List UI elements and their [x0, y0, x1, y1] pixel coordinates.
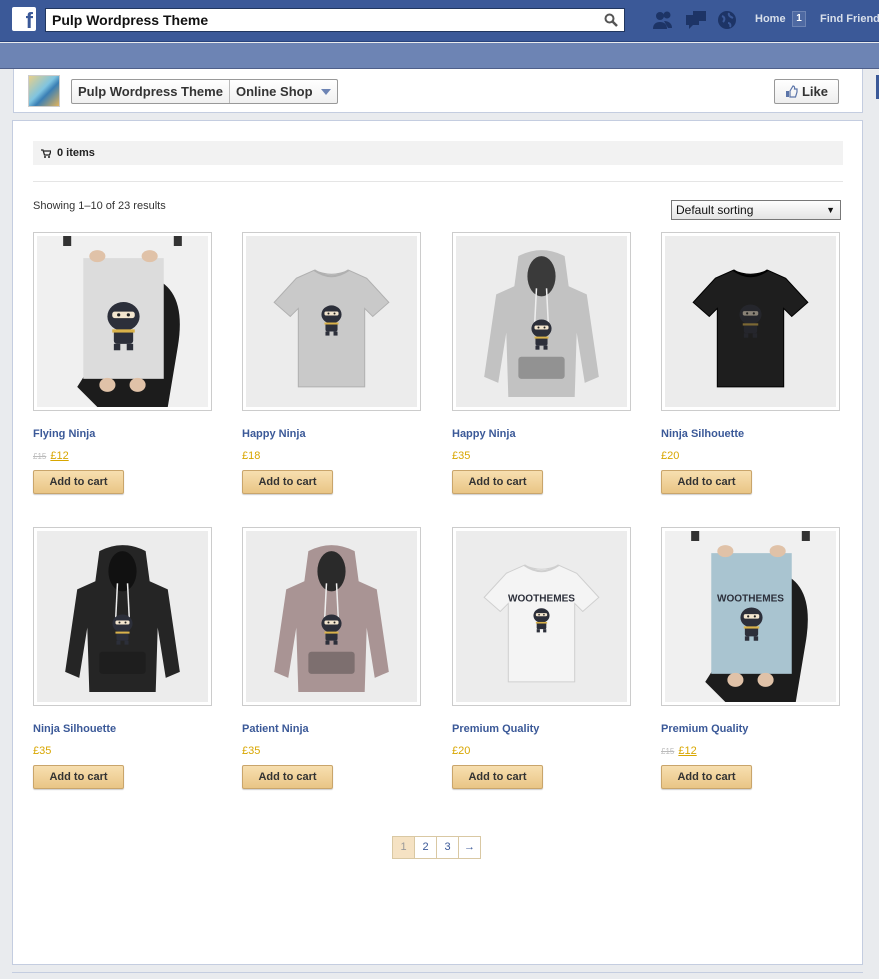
- product-title[interactable]: Happy Ninja: [242, 428, 306, 440]
- product-image[interactable]: [242, 232, 421, 411]
- friend-requests-icon[interactable]: [651, 9, 675, 31]
- add-to-cart-button[interactable]: Add to cart: [33, 470, 124, 494]
- add-to-cart-button[interactable]: Add to cart: [661, 470, 752, 494]
- chevron-down-icon: ▼: [826, 205, 835, 215]
- page-link-3[interactable]: 3: [436, 836, 459, 859]
- product-title[interactable]: Patient Ninja: [242, 723, 309, 735]
- breadcrumb: Pulp Wordpress Theme Online Shop: [71, 79, 338, 104]
- pagination: 1 2 3 →: [392, 836, 481, 859]
- product-photo: WOOTHEMES: [665, 531, 836, 702]
- add-to-cart-button[interactable]: Add to cart: [242, 470, 333, 494]
- breadcrumb-tab-label: Online Shop: [235, 84, 313, 99]
- product-title[interactable]: Happy Ninja: [452, 428, 516, 440]
- product-title[interactable]: Ninja Silhouette: [33, 723, 116, 735]
- footer-divider: [12, 972, 863, 973]
- messages-icon[interactable]: [684, 9, 708, 31]
- product-sale-price: £12: [678, 745, 697, 757]
- add-to-cart-button[interactable]: Add to cart: [242, 765, 333, 789]
- product-price: £35: [242, 745, 261, 757]
- chevron-down-icon: [320, 88, 331, 95]
- cart-icon: [41, 148, 51, 158]
- product-price: £20: [452, 745, 471, 757]
- topbar-subbar: [0, 43, 879, 69]
- add-to-cart-button[interactable]: Add to cart: [661, 765, 752, 789]
- svg-text:WOOTHEMES: WOOTHEMES: [717, 593, 784, 604]
- thumbs-up-icon: [785, 85, 798, 98]
- product-image[interactable]: [242, 527, 421, 706]
- sort-selected-value: Default sorting: [676, 203, 754, 217]
- product-price: £20: [661, 450, 680, 462]
- product-photo: [65, 545, 180, 692]
- product-photo: [37, 236, 208, 407]
- product-card: Flying Ninja £15 £12 Add to cart: [33, 232, 213, 494]
- product-title[interactable]: Premium Quality: [452, 723, 539, 735]
- product-old-price: £15: [661, 747, 675, 756]
- product-photo: [484, 250, 599, 397]
- product-image[interactable]: WOOTHEMES: [452, 527, 631, 706]
- search-box[interactable]: Pulp Wordpress Theme: [45, 8, 625, 32]
- shop-panel: 0 items Showing 1–10 of 23 results Defau…: [12, 120, 863, 965]
- breadcrumb-page-link[interactable]: Pulp Wordpress Theme: [72, 80, 229, 103]
- product-title[interactable]: Flying Ninja: [33, 428, 95, 440]
- product-card: Ninja Silhouette £35 Add to cart: [33, 527, 213, 789]
- cart-bar[interactable]: 0 items: [33, 141, 843, 165]
- product-card: WOOTHEMES Premium Quality £20 Add to car…: [452, 527, 632, 789]
- search-icon[interactable]: [598, 9, 624, 31]
- product-sale-price: £12: [50, 450, 69, 462]
- product-card: Happy Ninja £18 Add to cart: [242, 232, 422, 494]
- page-link-2[interactable]: 2: [414, 836, 437, 859]
- sort-select[interactable]: Default sorting ▼: [671, 200, 841, 220]
- next-page-arrow-icon[interactable]: →: [458, 836, 481, 859]
- divider: [33, 181, 843, 182]
- add-to-cart-button[interactable]: Add to cart: [452, 470, 543, 494]
- like-label: Like: [801, 84, 828, 99]
- product-card: WOOTHEMES Premium Quality £15 £12 Add to …: [661, 527, 841, 789]
- nav-home-count-badge: 1: [792, 11, 806, 27]
- facebook-logo-icon[interactable]: f: [12, 7, 36, 33]
- page-link-1: 1: [392, 836, 415, 859]
- svg-text:WOOTHEMES: WOOTHEMES: [508, 593, 575, 604]
- product-photo: [273, 269, 390, 388]
- facebook-topbar: f Pulp Wordpress Theme Home 1 Find Frien…: [0, 0, 879, 42]
- nav-home-link[interactable]: Home: [755, 13, 786, 25]
- product-image[interactable]: [452, 232, 631, 411]
- product-price: £18: [242, 450, 261, 462]
- product-card: Patient Ninja £35 Add to cart: [242, 527, 422, 789]
- product-old-price: £15: [33, 452, 47, 461]
- search-input[interactable]: Pulp Wordpress Theme: [46, 12, 598, 28]
- notifications-globe-icon[interactable]: [716, 9, 740, 31]
- product-price: £35: [452, 450, 471, 462]
- breadcrumb-page-label: Pulp Wordpress Theme: [78, 84, 223, 99]
- product-image[interactable]: [33, 527, 212, 706]
- product-card: Ninja Silhouette £20 Add to cart: [661, 232, 841, 494]
- product-image[interactable]: [661, 232, 840, 411]
- product-price: £35: [33, 745, 52, 757]
- product-price: £15 £12: [661, 745, 697, 757]
- product-image[interactable]: WOOTHEMES: [661, 527, 840, 706]
- product-price: £15 £12: [33, 450, 69, 462]
- product-title[interactable]: Premium Quality: [661, 723, 748, 735]
- cart-count-label: 0 items: [57, 147, 95, 159]
- add-to-cart-button[interactable]: Add to cart: [452, 765, 543, 789]
- breadcrumb-tab-dropdown[interactable]: Online Shop: [228, 80, 337, 103]
- page-avatar[interactable]: [28, 75, 60, 107]
- product-card: Happy Ninja £35 Add to cart: [452, 232, 632, 494]
- product-photo: [692, 269, 809, 388]
- add-to-cart-button[interactable]: Add to cart: [33, 765, 124, 789]
- product-title[interactable]: Ninja Silhouette: [661, 428, 744, 440]
- product-photo: [274, 545, 389, 692]
- nav-find-friends-link[interactable]: Find Friends: [820, 13, 879, 25]
- page-header: Pulp Wordpress Theme Online Shop Like: [13, 69, 863, 113]
- product-image[interactable]: [33, 232, 212, 411]
- product-photo: WOOTHEMES: [483, 564, 600, 683]
- result-count: Showing 1–10 of 23 results: [33, 200, 166, 212]
- like-button[interactable]: Like: [774, 79, 839, 104]
